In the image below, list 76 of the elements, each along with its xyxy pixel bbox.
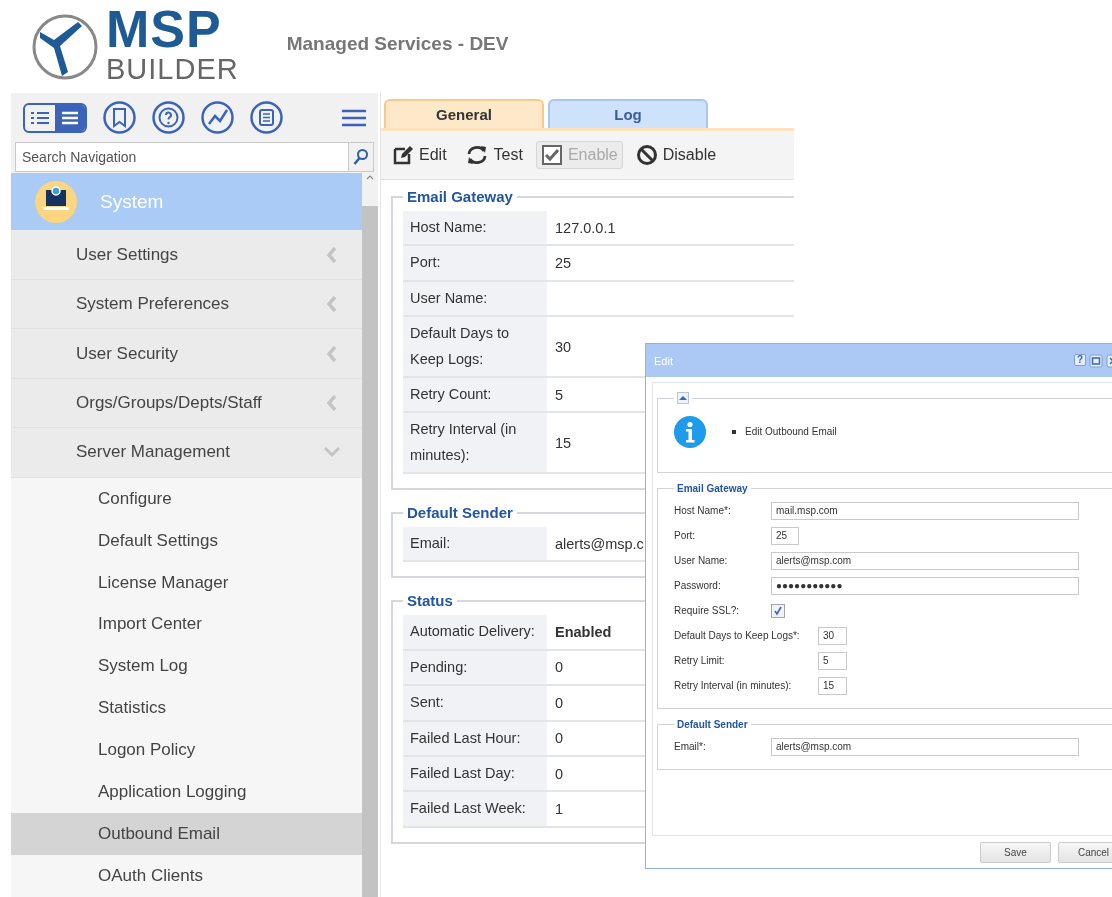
field-label: Retry Limit: xyxy=(674,655,726,666)
field-label: Email: xyxy=(403,527,547,561)
field-label: Port: xyxy=(403,246,547,280)
tab[interactable]: General xyxy=(384,99,544,128)
field-label: Pending: xyxy=(403,650,547,685)
toolbar-button[interactable]: Test xyxy=(459,141,528,169)
toolbar-button[interactable]: Edit xyxy=(387,141,452,169)
dialog-button[interactable]: Cancel xyxy=(1058,841,1112,863)
input-field[interactable]: 30 xyxy=(818,626,847,645)
field-label: Host Name*: xyxy=(674,505,732,516)
nav-item[interactable]: User Security xyxy=(11,329,362,379)
nav-subitem[interactable]: Statistics xyxy=(11,687,362,730)
field-label: Retry Interval (in minutes): xyxy=(403,413,547,472)
help-button[interactable]: ? xyxy=(1074,353,1086,366)
field-label: Require SSL?: xyxy=(674,605,741,616)
input-field[interactable]: 15 xyxy=(818,676,847,695)
nav-item[interactable]: System Preferences xyxy=(11,279,362,330)
info-text: Edit Outbound Email xyxy=(745,425,837,439)
input-field[interactable]: ●●●●●●●●●●● xyxy=(771,576,1079,595)
section-title: Email Gateway xyxy=(406,188,514,205)
logo-text: MSP xyxy=(106,3,223,55)
nav-subitem[interactable]: Configure xyxy=(11,477,362,520)
section-title: Status xyxy=(406,592,454,610)
field-value: alerts@msp.c xyxy=(555,535,644,552)
input-field[interactable]: alerts@msp.com xyxy=(771,551,1079,570)
nav-subitem[interactable]: Application Logging xyxy=(11,771,362,814)
field-label: Automatic Delivery: xyxy=(403,615,547,649)
nav-subitem[interactable]: Logon Policy xyxy=(11,729,362,772)
nav-subitem[interactable]: License Manager xyxy=(11,561,362,604)
field-label: User Name: xyxy=(403,281,547,316)
nav-subitem[interactable]: Outbound Email xyxy=(11,813,362,855)
field-label: Failed Last Day: xyxy=(403,756,547,791)
field-value: 0 xyxy=(555,730,564,747)
field-label: Host Name: xyxy=(403,211,547,245)
section-title: Default Sender xyxy=(676,719,749,730)
field-value: 0 xyxy=(555,694,564,711)
tab[interactable]: Log xyxy=(548,99,708,128)
section-title: Email Gateway xyxy=(676,483,749,494)
logo-text: BUILDER xyxy=(106,55,239,84)
search-field[interactable]: Search Navigation xyxy=(15,142,374,172)
field-label: User Name: xyxy=(674,555,729,566)
nav-item[interactable]: Orgs/Groups/Depts/Staff xyxy=(11,378,362,429)
input-field[interactable]: mail.msp.com xyxy=(771,501,1079,520)
nav-subitem[interactable]: Default Settings xyxy=(11,519,362,562)
page-title: Managed Services - DEV xyxy=(286,32,509,55)
field-value: 15 xyxy=(555,434,572,451)
field-value: 5 xyxy=(555,386,564,403)
input-field[interactable]: 5 xyxy=(818,651,847,670)
field-label: Email*: xyxy=(674,741,707,752)
field-label: Failed Last Hour: xyxy=(403,721,547,755)
field-value: 25 xyxy=(555,255,572,272)
field-label: Password: xyxy=(674,580,722,591)
field-label: Default Days to Keep Logs: xyxy=(403,317,547,376)
field-value: 0 xyxy=(555,765,564,782)
field-label: Failed Last Week: xyxy=(403,792,547,826)
section-title: Default Sender xyxy=(406,504,514,521)
nav-item[interactable]: User Settings xyxy=(11,230,362,280)
field-label: Port: xyxy=(674,530,697,541)
nav-subitem[interactable]: OAuth Clients xyxy=(11,855,362,897)
input-field[interactable]: 25 xyxy=(771,526,799,545)
nav-subitem[interactable]: Import Center xyxy=(11,603,362,646)
dialog-title: Edit xyxy=(654,354,673,367)
field-label: Default Days to Keep Logs*: xyxy=(674,630,801,641)
input-field[interactable]: alerts@msp.com xyxy=(771,737,1079,756)
field-value: Enabled xyxy=(555,624,612,641)
nav-subitem[interactable]: System Log xyxy=(11,645,362,688)
field-label: Retry Count: xyxy=(403,377,547,412)
dialog-button[interactable]: Save xyxy=(980,841,1051,863)
field-value: 1 xyxy=(555,800,564,817)
field-label: Retry Interval (in minutes): xyxy=(674,680,793,691)
toolbar-button[interactable]: Disable xyxy=(630,141,722,169)
nav-item[interactable]: Server Management xyxy=(11,428,362,478)
field-value: 30 xyxy=(555,338,572,355)
field-value: 127.0.0.1 xyxy=(555,219,616,236)
field-label: Sent: xyxy=(403,686,547,720)
field-value: 0 xyxy=(555,659,564,676)
